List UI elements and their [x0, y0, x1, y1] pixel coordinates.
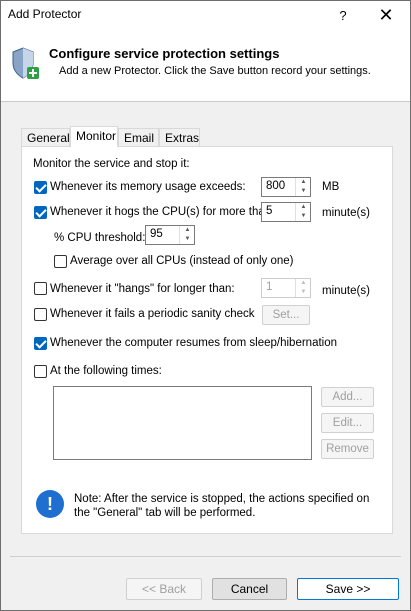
window-title: Add Protector — [8, 7, 82, 21]
cpu-label: Whenever it hogs the CPU(s) for more tha… — [50, 206, 275, 218]
tab-general[interactable]: General — [21, 128, 70, 146]
times-checkbox[interactable] — [34, 365, 47, 378]
hangs-spinner-arrows[interactable]: ▲ ▼ — [295, 279, 310, 297]
note-text: Note: After the service is stopped, the … — [74, 493, 370, 519]
cpu-threshold-arrows[interactable]: ▲ ▼ — [179, 226, 194, 244]
save-button[interactable]: Save >> — [297, 578, 399, 600]
add-protector-dialog: Add Protector ? ✕ Configure service prot… — [0, 0, 411, 611]
memory-label: Whenever its memory usage exceeds: — [50, 181, 246, 193]
hangs-label: Whenever it "hangs" for longer than: — [50, 283, 235, 295]
sanity-checkbox[interactable] — [34, 308, 47, 321]
cpu-checkbox[interactable] — [34, 206, 47, 219]
memory-checkbox[interactable] — [34, 181, 47, 194]
cancel-button[interactable]: Cancel — [212, 578, 287, 600]
average-cpus-label: Average over all CPUs (instead of only o… — [70, 255, 294, 267]
title-bar: Add Protector ? ✕ — [1, 1, 410, 31]
sanity-label: Whenever it fails a periodic sanity chec… — [50, 308, 255, 320]
spin-down-icon[interactable]: ▼ — [180, 235, 195, 244]
spin-up-icon[interactable]: ▲ — [296, 203, 311, 212]
hangs-spinner[interactable]: 1 ▲ ▼ — [261, 278, 311, 298]
info-icon: ! — [36, 490, 64, 518]
cpu-threshold-value: 95 — [150, 228, 163, 240]
spin-up-icon[interactable]: ▲ — [296, 178, 311, 187]
spin-down-icon[interactable]: ▼ — [296, 288, 311, 297]
cpu-unit: minute(s) — [322, 207, 370, 219]
cpu-threshold-spinner[interactable]: 95 ▲ ▼ — [145, 225, 195, 245]
close-button[interactable]: ✕ — [363, 1, 409, 31]
cpu-minutes-spinner[interactable]: 5 ▲ ▼ — [261, 202, 311, 222]
sanity-set-button[interactable]: Set... — [262, 305, 310, 325]
tab-extras[interactable]: Extras — [159, 128, 200, 146]
help-button[interactable]: ? — [320, 1, 366, 31]
times-remove-button[interactable]: Remove — [321, 439, 374, 459]
cpu-spinner-arrows[interactable]: ▲ ▼ — [295, 203, 310, 221]
hangs-unit: minute(s) — [322, 285, 370, 297]
shield-plus-icon — [12, 47, 39, 79]
spin-up-icon[interactable]: ▲ — [296, 279, 311, 288]
tab-monitor[interactable]: Monitor — [70, 126, 118, 147]
times-listbox[interactable] — [53, 386, 312, 460]
spin-down-icon[interactable]: ▼ — [296, 187, 311, 196]
average-cpus-checkbox[interactable] — [54, 255, 67, 268]
resume-checkbox[interactable] — [34, 337, 47, 350]
memory-unit: MB — [322, 181, 340, 193]
cpu-threshold-label: % CPU threshold: — [54, 232, 146, 244]
memory-value: 800 — [266, 180, 286, 192]
hangs-value: 1 — [266, 281, 273, 293]
memory-spinner-arrows[interactable]: ▲ ▼ — [295, 178, 310, 196]
cpu-minutes-value: 5 — [266, 205, 273, 217]
header-title: Configure service protection settings — [49, 46, 280, 61]
times-add-button[interactable]: Add... — [321, 387, 374, 407]
tab-email[interactable]: Email — [118, 128, 159, 146]
memory-spinner[interactable]: 800 ▲ ▼ — [261, 177, 311, 197]
monitor-section-label: Monitor the service and stop it: — [33, 158, 190, 170]
footer-separator — [10, 556, 401, 557]
spin-up-icon[interactable]: ▲ — [180, 226, 195, 235]
back-button[interactable]: << Back — [126, 578, 202, 600]
spin-down-icon[interactable]: ▼ — [296, 212, 311, 221]
times-edit-button[interactable]: Edit... — [321, 413, 374, 433]
header-subtitle: Add a new Protector. Click the Save butt… — [59, 65, 371, 77]
resume-label: Whenever the computer resumes from sleep… — [50, 337, 338, 349]
monitor-tab-panel: Monitor the service and stop it: Wheneve… — [21, 146, 393, 534]
dialog-header: Configure service protection settings Ad… — [1, 31, 410, 102]
hangs-checkbox[interactable] — [34, 282, 47, 295]
times-label: At the following times: — [50, 365, 162, 377]
